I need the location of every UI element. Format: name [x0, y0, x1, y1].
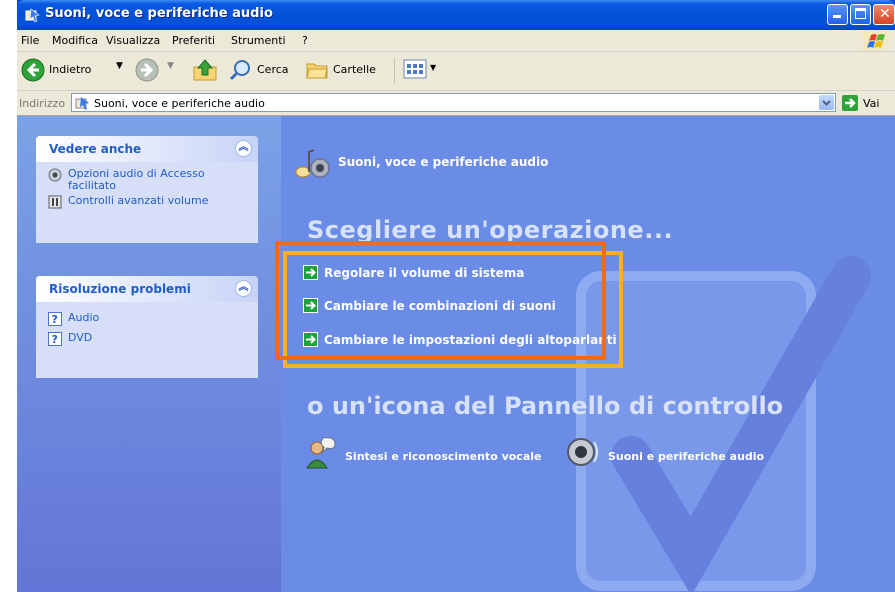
- close-icon: ✕: [879, 6, 891, 22]
- go-arrow-icon: [842, 95, 858, 111]
- speaker-icon: [48, 168, 62, 182]
- link-dvd-help[interactable]: ? DVD: [48, 331, 248, 346]
- close-button[interactable]: ✕: [873, 4, 895, 25]
- back-label: Indietro: [49, 63, 92, 76]
- address-label: Indirizzo: [19, 97, 66, 110]
- link-label: Opzioni audio di Accesso facilitato: [68, 167, 205, 192]
- forward-arrow-icon: [135, 58, 159, 82]
- chevron-down-icon: [822, 100, 831, 106]
- menu-help[interactable]: ?: [302, 34, 308, 47]
- back-button[interactable]: Indietro ▼: [21, 56, 131, 84]
- address-value: Suoni, voce e periferiche audio: [94, 97, 265, 110]
- title-bar[interactable]: Suoni, voce e periferiche audio ✕: [17, 0, 895, 30]
- forward-button[interactable]: ▼: [135, 56, 185, 84]
- address-dropdown-button[interactable]: [819, 95, 834, 110]
- minimize-button[interactable]: [827, 4, 848, 25]
- folders-label: Cartelle: [333, 63, 376, 76]
- highlight-box-orange: [275, 241, 606, 360]
- views-icon: [403, 59, 427, 79]
- menu-modifica[interactable]: Modifica: [52, 34, 98, 47]
- menu-preferiti[interactable]: Preferiti: [172, 34, 215, 47]
- help-icon: ?: [48, 332, 62, 346]
- link-advanced-volume[interactable]: Controlli avanzati volume: [48, 194, 248, 209]
- collapse-chevron-icon[interactable]: ︽: [235, 140, 252, 157]
- control-panel-icon-heading: o un'icona del Pannello di controllo: [307, 392, 784, 420]
- address-bar: Indirizzo Suoni, voce e periferiche audi…: [17, 91, 895, 116]
- menu-file[interactable]: File: [21, 34, 39, 47]
- menu-bar: File Modifica Visualizza Preferiti Strum…: [17, 30, 895, 52]
- address-input[interactable]: Suoni, voce e periferiche audio: [71, 93, 836, 112]
- speech-applet-label: Sintesi e riconoscimento vocale: [345, 450, 542, 463]
- volume-control-icon: [48, 195, 62, 209]
- troubleshoot-header[interactable]: Risoluzione problemi ︽: [36, 276, 258, 302]
- folders-button[interactable]: Cartelle: [305, 56, 385, 84]
- link-label: DVD: [68, 331, 93, 344]
- help-icon: ?: [48, 312, 62, 326]
- see-also-title: Vedere anche: [49, 142, 142, 156]
- search-label: Cerca: [257, 63, 289, 76]
- folders-icon: [306, 63, 328, 79]
- task-pane: Vedere anche ︽ Opzioni audio di Accesso …: [17, 116, 281, 592]
- link-label: Audio: [68, 311, 100, 324]
- menu-visualizza[interactable]: Visualizza: [106, 34, 160, 47]
- chevron-down-icon[interactable]: ▼: [116, 61, 123, 71]
- views-button[interactable]: ▼: [403, 57, 443, 83]
- speaker-icon: [567, 438, 598, 466]
- menu-strumenti[interactable]: Strumenti: [231, 34, 286, 47]
- control-panel-icon: [75, 97, 89, 110]
- go-label: Vai: [863, 97, 880, 110]
- up-folder-icon[interactable]: [192, 57, 218, 83]
- toolbar-divider: [394, 58, 395, 84]
- maximize-button[interactable]: [850, 4, 871, 25]
- minimize-icon: [833, 15, 841, 18]
- link-accessibility-audio[interactable]: Opzioni audio di Accesso facilitato: [48, 168, 248, 192]
- svg-text:?: ?: [52, 333, 58, 346]
- chevron-down-icon: ▼: [430, 63, 437, 72]
- see-also-panel: Vedere anche ︽ Opzioni audio di Accesso …: [36, 136, 258, 243]
- sounds-applet-label: Suoni e periferiche audio: [608, 450, 765, 463]
- chevron-down-icon[interactable]: ▼: [167, 61, 174, 71]
- search-button[interactable]: Cerca: [229, 56, 301, 84]
- category-title: Suoni, voce e periferiche audio: [338, 155, 549, 169]
- maximize-icon: [855, 8, 866, 19]
- window-title: Suoni, voce e periferiche audio: [45, 6, 273, 21]
- choose-task-heading: Scegliere un'operazione...: [307, 216, 674, 244]
- control-panel-icon: [25, 8, 40, 23]
- toolbar: Indietro ▼ ▼ Cerca Cartelle ▼: [17, 52, 895, 91]
- windows-logo-icon: [863, 31, 891, 51]
- collapse-chevron-icon[interactable]: ︽: [235, 280, 252, 297]
- back-arrow-icon: [21, 58, 45, 82]
- search-icon: [229, 60, 250, 81]
- speech-icon: [306, 437, 336, 469]
- see-also-header[interactable]: Vedere anche ︽: [36, 136, 258, 162]
- troubleshoot-panel: Risoluzione problemi ︽ ? Audio ? DVD: [36, 276, 258, 378]
- svg-text:?: ?: [52, 313, 58, 326]
- troubleshoot-title: Risoluzione problemi: [49, 282, 191, 296]
- link-audio-help[interactable]: ? Audio: [48, 311, 248, 326]
- link-label: Controlli avanzati volume: [68, 194, 209, 207]
- music-note-icon: [295, 149, 330, 178]
